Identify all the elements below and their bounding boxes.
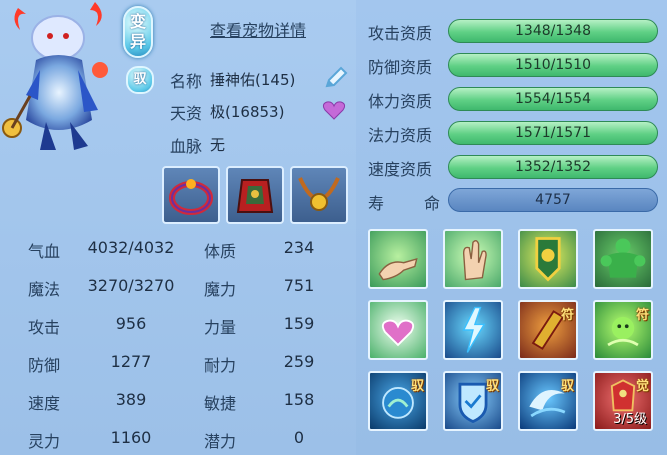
ride-badge: 驭 bbox=[126, 66, 154, 94]
mutation-badge: 变异 bbox=[123, 6, 153, 58]
skill-slot[interactable]: 符 bbox=[593, 300, 653, 360]
stat-value: 389 bbox=[115, 390, 147, 409]
aptitude-label: 体力资质 bbox=[368, 92, 433, 111]
stat-label: 气血 bbox=[28, 242, 61, 261]
skill-slot[interactable] bbox=[443, 300, 503, 360]
skill-slot[interactable] bbox=[518, 229, 578, 289]
talent-label: 天资 bbox=[170, 104, 203, 123]
lightning-skill-icon bbox=[462, 306, 486, 353]
skill-slot[interactable]: 驭 bbox=[443, 371, 503, 431]
stat-value: 1277 bbox=[110, 352, 152, 371]
skill-slot[interactable]: 觉 3/5级 bbox=[593, 371, 653, 431]
talent-value: 极(16853) bbox=[210, 103, 285, 121]
stat-value: 1160 bbox=[110, 428, 152, 447]
bloodline-value: 无 bbox=[210, 136, 226, 154]
stat-label: 魔法 bbox=[28, 280, 61, 299]
stat-label: 敏捷 bbox=[204, 394, 237, 413]
stat-value: 751 bbox=[283, 276, 315, 295]
bloodline-label: 血脉 bbox=[170, 137, 203, 156]
aptitude-bar: 1554/1554 bbox=[448, 87, 658, 111]
name-value: 捶神佑(145) bbox=[210, 71, 296, 89]
stat-label: 体质 bbox=[204, 242, 237, 261]
aptitude-bar: 1571/1571 bbox=[448, 121, 658, 145]
heart-icon[interactable] bbox=[322, 99, 346, 121]
green-giant-skill-icon bbox=[600, 238, 646, 278]
palm-skill-icon bbox=[462, 240, 487, 281]
aptitude-bar: 1352/1352 bbox=[448, 155, 658, 179]
equip-slot-bracelet[interactable] bbox=[162, 166, 220, 224]
stat-value: 3270/3270 bbox=[87, 276, 175, 295]
aptitude-label: 速度资质 bbox=[368, 160, 433, 179]
skill-tag: 符 bbox=[560, 308, 574, 323]
skill-tag: 驭 bbox=[485, 379, 499, 394]
name-label: 名称 bbox=[170, 72, 203, 91]
skill-slot[interactable]: 符 bbox=[518, 300, 578, 360]
bracelet-item-icon bbox=[169, 179, 213, 215]
aptitude-bar: 1510/1510 bbox=[448, 53, 658, 77]
heart-skill-icon bbox=[381, 319, 415, 347]
skill-tag: 驭 bbox=[560, 379, 574, 394]
skill-slot[interactable]: 驭 bbox=[368, 371, 428, 431]
aptitude-label: 攻击资质 bbox=[368, 24, 433, 43]
stat-label: 耐力 bbox=[204, 356, 237, 375]
aptitude-label: 法力资质 bbox=[368, 126, 433, 145]
equip-slot-necklace[interactable] bbox=[290, 166, 348, 224]
skill-tag: 觉 bbox=[635, 379, 649, 394]
skill-slot[interactable] bbox=[368, 229, 428, 289]
skill-slot[interactable] bbox=[443, 229, 503, 289]
stat-value: 0 bbox=[293, 428, 305, 447]
stat-label: 攻击 bbox=[28, 318, 61, 337]
stat-value: 159 bbox=[283, 314, 315, 333]
stat-label: 魔力 bbox=[204, 280, 237, 299]
equip-slot-armor[interactable] bbox=[226, 166, 284, 224]
skill-slot[interactable] bbox=[593, 229, 653, 289]
life-label-b: 命 bbox=[424, 194, 441, 213]
skill-slot[interactable] bbox=[368, 300, 428, 360]
pet-portrait bbox=[2, 2, 108, 150]
aptitude-label: 防御资质 bbox=[368, 58, 433, 77]
view-pet-details-link[interactable]: 查看宠物详情 bbox=[210, 17, 306, 41]
pencil-icon[interactable] bbox=[322, 64, 350, 92]
stat-label: 防御 bbox=[28, 356, 61, 375]
pointing-hand-skill-icon bbox=[378, 257, 418, 281]
stat-label: 灵力 bbox=[28, 432, 61, 451]
stat-value: 259 bbox=[283, 352, 315, 371]
stat-value: 956 bbox=[115, 314, 147, 333]
stat-label: 速度 bbox=[28, 394, 61, 413]
stat-value: 4032/4032 bbox=[87, 238, 175, 257]
skill-slot[interactable]: 驭 bbox=[518, 371, 578, 431]
mutation-badge-text: 变异 bbox=[130, 12, 147, 51]
stat-value: 158 bbox=[283, 390, 315, 409]
stat-label: 力量 bbox=[204, 318, 237, 337]
stat-label: 潜力 bbox=[204, 432, 237, 451]
skill-tag: 驭 bbox=[410, 379, 424, 394]
aptitude-bar: 1348/1348 bbox=[448, 19, 658, 43]
necklace-item-icon bbox=[298, 177, 340, 211]
life-label-a: 寿 bbox=[368, 194, 385, 213]
armor-item-icon bbox=[236, 179, 274, 213]
skill-tag: 符 bbox=[635, 308, 649, 323]
stat-value: 234 bbox=[283, 238, 315, 257]
life-bar: 4757 bbox=[448, 188, 658, 212]
shield-banner-skill-icon bbox=[535, 237, 561, 282]
skill-level: 3/5级 bbox=[613, 412, 647, 427]
